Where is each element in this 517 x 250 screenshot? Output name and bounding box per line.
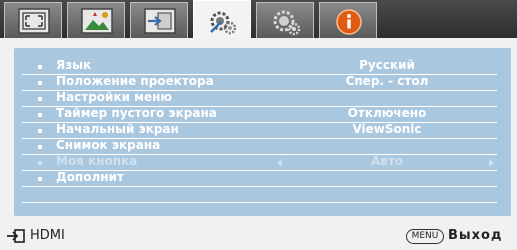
- tab-source[interactable]: [130, 2, 188, 38]
- bullet-icon: [38, 129, 42, 133]
- menu-item-blank-timer[interactable]: Таймер пустого экрана Отключено: [22, 106, 497, 123]
- bullet-icon: [38, 177, 42, 181]
- tab-advanced-setup[interactable]: [256, 2, 314, 38]
- menu-item-label: Моя кнопка: [56, 154, 138, 168]
- menu-item-label: Начальный экран: [56, 122, 179, 136]
- bullet-icon: [38, 65, 42, 69]
- menu-item-projector-position[interactable]: Положение проектора Спер. - стол: [22, 74, 497, 91]
- picture-icon: [81, 8, 113, 34]
- menu-item-value: Русский: [359, 58, 415, 72]
- menu-item-label: Таймер пустого экрана: [56, 106, 217, 120]
- bullet-icon: [38, 145, 42, 149]
- exit-label: Выход: [448, 228, 503, 243]
- menu-item-value: Отключено: [347, 106, 427, 120]
- menu-row-empty: [22, 203, 497, 219]
- display-icon: [18, 8, 50, 34]
- bullet-icon: [38, 113, 42, 117]
- menu-item-advanced[interactable]: Дополнит: [22, 170, 497, 187]
- menu-row-empty: [22, 187, 497, 203]
- input-source-label: HDMI: [30, 228, 65, 243]
- advanced-setup-icon: [273, 10, 301, 36]
- status-bar: HDMI MENU Выход: [0, 222, 517, 250]
- menu-item-label: Настройки меню: [56, 90, 173, 104]
- menu-item-my-button[interactable]: Моя кнопка Авто: [22, 154, 497, 171]
- tab-picture[interactable]: [67, 2, 125, 38]
- menu-item-label: Снимок экрана: [56, 138, 161, 152]
- bullet-icon: [38, 161, 42, 165]
- menu-item-label: Положение проектора: [56, 74, 214, 88]
- bullet-icon: [38, 81, 42, 85]
- arrow-right-icon[interactable]: [489, 159, 494, 167]
- arrow-left-icon[interactable]: [277, 159, 282, 167]
- tab-bar: [0, 0, 517, 40]
- menu-item-screen-capture[interactable]: Снимок экрана: [22, 138, 497, 155]
- menu-panel: Язык Русский Положение проектора Спер. -…: [14, 48, 511, 216]
- menu-item-label: Язык: [56, 58, 92, 72]
- bullet-icon: [38, 97, 42, 101]
- menu-item-value: Авто: [370, 154, 404, 168]
- menu-key-icon: MENU: [406, 229, 444, 244]
- menu-item-splash-screen[interactable]: Начальный экран ViewSonic: [22, 122, 497, 139]
- menu-item-value: ViewSonic: [352, 122, 422, 136]
- source-icon: [144, 8, 176, 34]
- menu-frame: Язык Русский Положение проектора Спер. -…: [0, 38, 517, 222]
- menu-item-label: Дополнит: [56, 170, 124, 184]
- tab-information[interactable]: [319, 2, 377, 38]
- information-icon: [336, 9, 362, 35]
- tab-system-setup[interactable]: [193, 0, 251, 40]
- menu-item-value: Спер. - стол: [345, 74, 429, 88]
- menu-item-menu-settings[interactable]: Настройки меню: [22, 90, 497, 107]
- input-source-icon: [7, 229, 25, 243]
- menu-item-language[interactable]: Язык Русский: [22, 58, 497, 75]
- tab-display[interactable]: [4, 2, 62, 38]
- system-setup-icon: [210, 11, 237, 35]
